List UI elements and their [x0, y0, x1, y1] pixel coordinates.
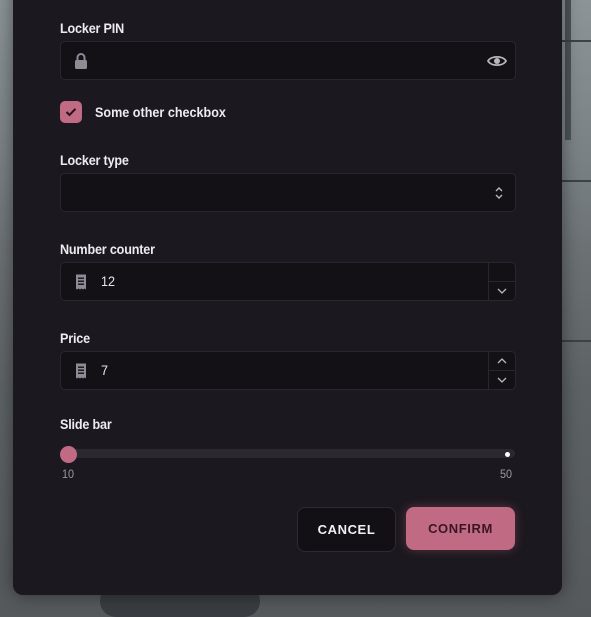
- price-decrement-button[interactable]: [489, 371, 515, 389]
- checkbox-label: Some other checkbox: [95, 104, 226, 120]
- slider-track[interactable]: [60, 449, 515, 458]
- confirm-button[interactable]: CONFIRM: [406, 507, 515, 550]
- chevron-down-icon: [497, 377, 507, 383]
- slider-min-label: 10: [62, 467, 75, 481]
- slider-label: Slide bar: [60, 416, 112, 432]
- counter-stepper: [488, 263, 515, 300]
- receipt-icon: [76, 274, 86, 290]
- check-icon: [65, 108, 77, 117]
- price-value: 7: [101, 362, 109, 378]
- counter-field[interactable]: 12: [60, 262, 516, 301]
- price-stepper: [488, 352, 515, 389]
- counter-label: Number counter: [60, 241, 155, 257]
- price-increment-button[interactable]: [489, 352, 515, 371]
- background-pole: [565, 0, 571, 140]
- chevron-up-icon: [497, 358, 507, 364]
- chevron-up-down-icon: [495, 187, 503, 199]
- counter-value: 12: [101, 273, 116, 289]
- chevron-down-icon: [497, 288, 507, 294]
- slider-max-label: 50: [500, 467, 513, 481]
- cancel-button[interactable]: CANCEL: [297, 507, 396, 552]
- counter-increment-button[interactable]: [489, 263, 515, 282]
- other-checkbox[interactable]: [60, 101, 82, 123]
- type-label: Locker type: [60, 152, 129, 168]
- price-field[interactable]: 7: [60, 351, 516, 390]
- slider-end-marker: [505, 452, 510, 457]
- counter-decrement-button[interactable]: [489, 282, 515, 300]
- slider-thumb[interactable]: [60, 446, 77, 463]
- receipt-icon: [76, 363, 86, 379]
- locker-type-select[interactable]: [60, 173, 516, 212]
- price-label: Price: [60, 330, 90, 346]
- pin-label: Locker PIN: [60, 20, 125, 36]
- pin-field[interactable]: [60, 41, 516, 80]
- eye-icon[interactable]: [487, 52, 507, 70]
- lock-icon: [75, 53, 87, 69]
